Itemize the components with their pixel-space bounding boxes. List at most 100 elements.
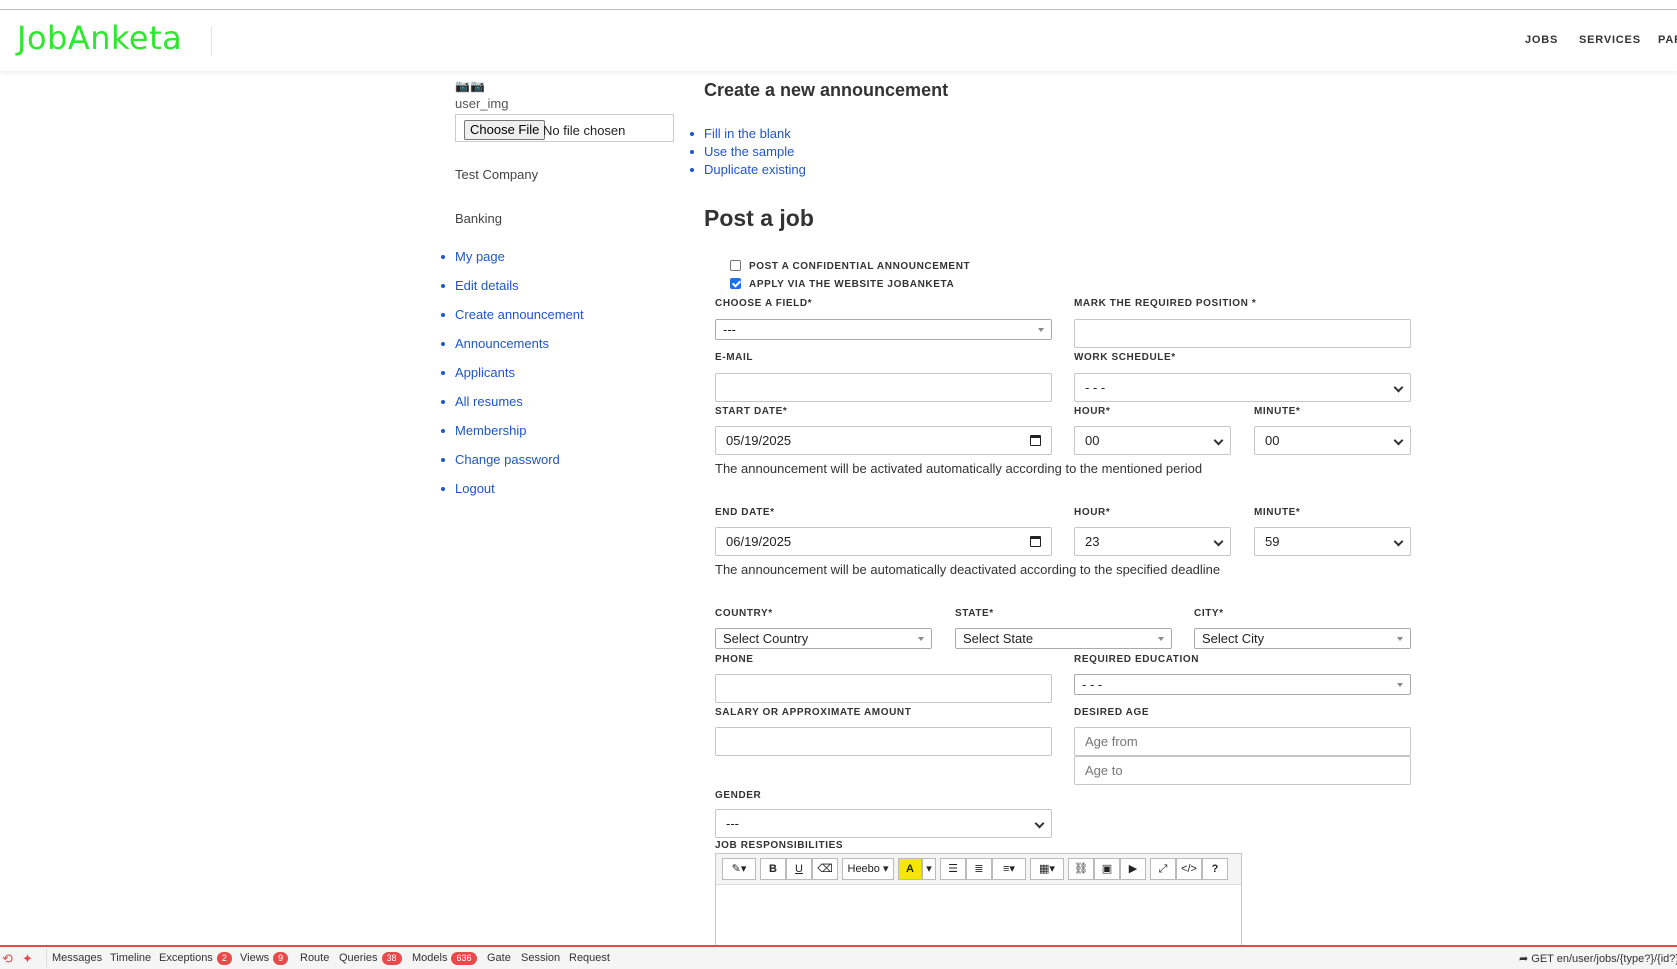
help-icon[interactable]: ?: [1202, 858, 1228, 880]
laravel-logo-icon[interactable]: ✦: [22, 951, 33, 967]
country-label: COUNTRY*: [715, 608, 773, 619]
eraser-icon[interactable]: ⌫: [812, 858, 838, 880]
education-label: REQUIRED EDUCATION: [1074, 654, 1200, 665]
nav-partners[interactable]: PAR: [1658, 34, 1677, 46]
sidebar-link[interactable]: Change password: [455, 452, 560, 467]
file-upload[interactable]: Choose File No file chosen: [455, 114, 674, 142]
sidebar-link[interactable]: My page: [455, 249, 505, 264]
unordered-list-icon[interactable]: ☰: [940, 858, 966, 880]
quick-link-duplicate[interactable]: Duplicate existing: [690, 162, 806, 180]
quick-link[interactable]: Fill in the blank: [704, 126, 791, 141]
age-to-input[interactable]: Age to: [1074, 756, 1411, 785]
sidebar-item-logout[interactable]: Logout: [441, 481, 671, 510]
sidebar-item-change-password[interactable]: Change password: [441, 452, 671, 481]
end-minute-select[interactable]: 59: [1254, 527, 1411, 556]
ordered-list-icon[interactable]: ≣: [966, 858, 992, 880]
underline-icon[interactable]: U: [786, 858, 812, 880]
video-icon[interactable]: ▶: [1120, 858, 1146, 880]
quick-link-fill-blank[interactable]: Fill in the blank: [690, 126, 806, 144]
color-dropdown-icon[interactable]: ▾: [922, 858, 936, 880]
site-logo[interactable]: JobAnketa: [17, 19, 182, 57]
sidebar-link[interactable]: Logout: [455, 481, 495, 496]
education-select[interactable]: - - -: [1074, 674, 1411, 695]
phone-label: PHONE: [715, 654, 754, 665]
nav-services[interactable]: SERVICES: [1579, 34, 1641, 46]
apply-checkbox[interactable]: [730, 278, 741, 289]
phone-input[interactable]: [715, 674, 1052, 703]
link-icon[interactable]: ⛓: [1068, 858, 1094, 880]
bold-icon[interactable]: B: [760, 858, 786, 880]
sidebar-item-my-page[interactable]: My page: [441, 249, 671, 278]
end-date-input[interactable]: 06/19/2025: [715, 527, 1052, 556]
position-input[interactable]: [1074, 319, 1411, 348]
debug-tab-queries[interactable]: Queries 38: [339, 952, 402, 965]
sidebar-item-announcements[interactable]: Announcements: [441, 336, 671, 365]
magic-wand-icon[interactable]: ✎▾: [722, 858, 756, 880]
sidebar-link[interactable]: Create announcement: [455, 307, 584, 322]
state-select[interactable]: Select State: [955, 628, 1172, 649]
debug-tab-gate[interactable]: Gate: [487, 952, 511, 964]
debug-bar: ⟲ ✦ Messages Timeline Exceptions 2 Views 9…: [0, 945, 1677, 969]
email-input[interactable]: [715, 373, 1052, 402]
company-name: Test Company: [455, 167, 539, 182]
state-value: Select State: [963, 631, 1034, 646]
confidential-checkbox[interactable]: [730, 260, 741, 271]
debug-tab-messages[interactable]: Messages: [52, 952, 102, 964]
age-from-input[interactable]: Age from: [1074, 727, 1411, 756]
start-date-input[interactable]: 05/19/2025: [715, 426, 1052, 455]
start-minute-select[interactable]: 00: [1254, 426, 1411, 455]
age-to-placeholder: Age to: [1085, 763, 1123, 778]
quick-link-use-sample[interactable]: Use the sample: [690, 144, 806, 162]
sidebar-link[interactable]: Announcements: [455, 336, 549, 351]
debug-tab-route[interactable]: Route: [300, 952, 329, 964]
schedule-select[interactable]: - - -: [1074, 373, 1411, 402]
quick-link[interactable]: Use the sample: [704, 144, 794, 159]
city-select[interactable]: Select City: [1194, 628, 1411, 649]
sidebar-item-applicants[interactable]: Applicants: [441, 365, 671, 394]
start-hour-select[interactable]: 00: [1074, 426, 1231, 455]
fullscreen-icon[interactable]: ⤢: [1150, 858, 1176, 880]
editor-toolbar: ✎▾ B U ⌫ Heebo ▾ A ▾ ☰ ≣ ≡▾ ▦▾ ⛓ ▣ ▶ ⤢ <…: [716, 854, 1241, 885]
end-hour-select[interactable]: 23: [1074, 527, 1231, 556]
sidebar-link[interactable]: Applicants: [455, 365, 515, 380]
sidebar-link[interactable]: Membership: [455, 423, 527, 438]
sidebar-item-create-announcement[interactable]: Create announcement: [441, 307, 671, 336]
chevron-down-icon: [1393, 382, 1404, 393]
close-debugbar-icon[interactable]: ⟲: [2, 951, 13, 967]
debug-tab-models[interactable]: Models 636: [412, 952, 477, 965]
chevron-down-icon: [1034, 818, 1045, 829]
image-icon[interactable]: ▣: [1094, 858, 1120, 880]
sidebar-item-edit-details[interactable]: Edit details: [441, 278, 671, 307]
country-select[interactable]: Select Country: [715, 628, 932, 649]
text-color-icon[interactable]: A: [898, 858, 922, 880]
start-date-value: 05/19/2025: [726, 433, 792, 448]
responsibilities-editor[interactable]: ✎▾ B U ⌫ Heebo ▾ A ▾ ☰ ≣ ≡▾ ▦▾ ⛓ ▣ ▶ ⤢ <…: [715, 853, 1242, 948]
schedule-value: - - -: [1085, 380, 1106, 395]
camera-icon[interactable]: 📷📷: [455, 79, 485, 93]
field-select[interactable]: ---: [715, 319, 1052, 340]
calendar-icon[interactable]: [1030, 435, 1041, 446]
end-date-value: 06/19/2025: [726, 534, 792, 549]
debug-tab-label: Views: [240, 952, 270, 964]
debug-tab-request[interactable]: Request: [569, 952, 610, 964]
sidebar-link[interactable]: Edit details: [455, 278, 519, 293]
gender-select[interactable]: ---: [715, 809, 1052, 838]
nav-jobs[interactable]: JOBS: [1525, 34, 1558, 46]
code-view-icon[interactable]: </>: [1176, 858, 1202, 880]
table-icon[interactable]: ▦▾: [1030, 858, 1064, 880]
debug-tab-session[interactable]: Session: [521, 952, 560, 964]
choose-file-button[interactable]: Choose File: [464, 120, 546, 140]
sidebar-item-membership[interactable]: Membership: [441, 423, 671, 452]
calendar-icon[interactable]: [1030, 536, 1041, 547]
font-family-dropdown[interactable]: Heebo ▾: [842, 858, 894, 880]
caret-down-icon: [1158, 637, 1164, 641]
quick-link[interactable]: Duplicate existing: [704, 162, 806, 177]
logo-divider: [211, 26, 212, 56]
sidebar-item-all-resumes[interactable]: All resumes: [441, 394, 671, 423]
debug-tab-exceptions[interactable]: Exceptions 2: [159, 952, 232, 965]
salary-input[interactable]: [715, 727, 1052, 756]
paragraph-align-icon[interactable]: ≡▾: [992, 858, 1026, 880]
debug-tab-timeline[interactable]: Timeline: [110, 952, 151, 964]
sidebar-link[interactable]: All resumes: [455, 394, 523, 409]
debug-tab-views[interactable]: Views 9: [240, 952, 289, 965]
